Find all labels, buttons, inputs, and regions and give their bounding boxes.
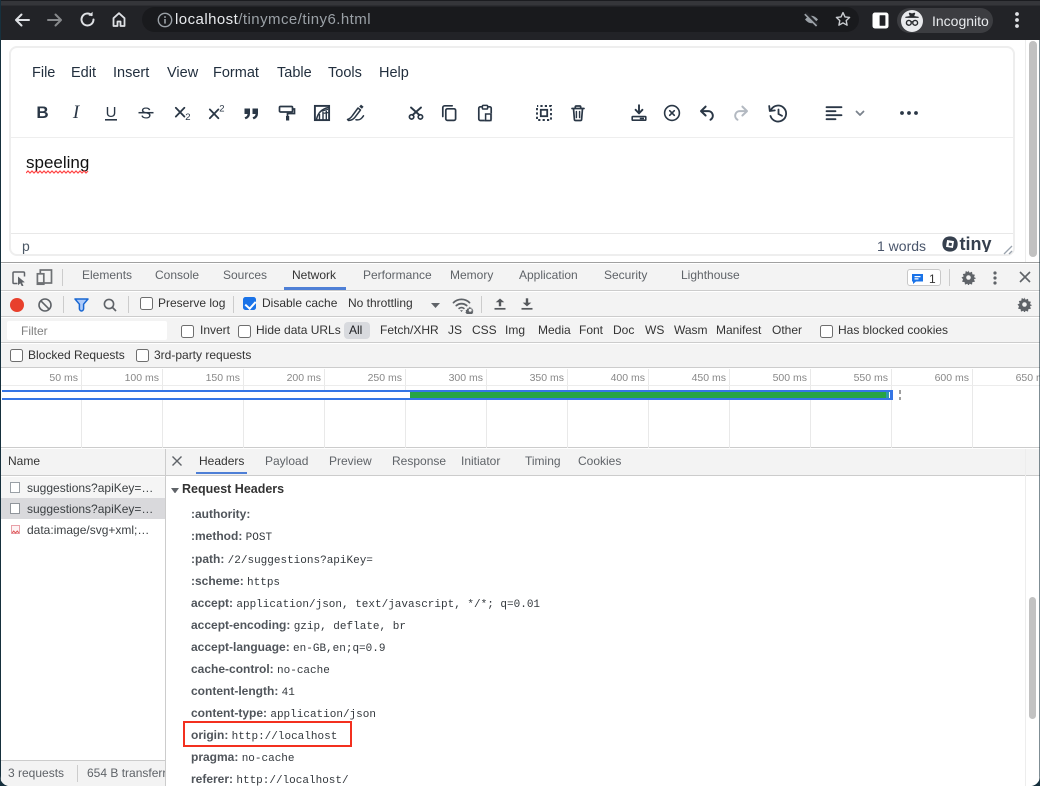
svg-text:U: U — [106, 104, 117, 121]
svg-text:S: S — [141, 105, 152, 122]
svg-text:tiny: tiny — [960, 236, 992, 252]
svg-text:2: 2 — [185, 112, 190, 123]
svg-text:2: 2 — [219, 104, 224, 115]
